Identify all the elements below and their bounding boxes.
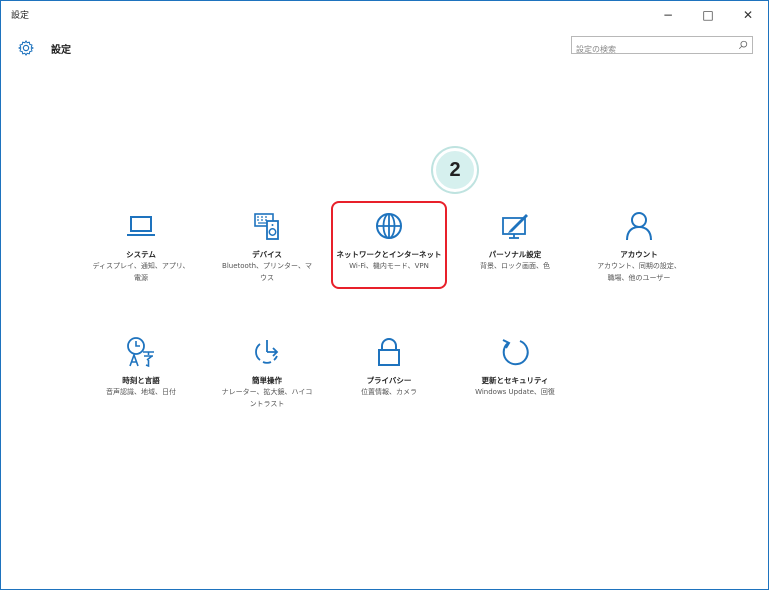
- tile-accounts[interactable]: アカウント アカウント、同期の設定、 職場、他のユーザー: [579, 209, 699, 284]
- tile-desc: ディスプレイ、通知、アプリ、: [92, 262, 190, 270]
- tile-devices[interactable]: デバイス Bluetooth、プリンター、マ ウス: [207, 209, 327, 284]
- minimize-button[interactable]: −: [648, 1, 688, 29]
- tile-privacy[interactable]: プライバシー 位置情報、カメラ: [329, 335, 449, 399]
- tile-label: アカウント: [620, 250, 658, 259]
- step-callout: 2: [433, 148, 477, 192]
- title-bar[interactable]: 設定 − □ ✕: [1, 1, 768, 29]
- tile-time-language[interactable]: 時刻と言語 音声認識、地域、日付: [81, 335, 201, 399]
- tile-desc: 音声認識、地域、日付: [106, 388, 176, 396]
- search-box[interactable]: [571, 36, 753, 58]
- maximize-button[interactable]: □: [688, 1, 728, 29]
- devices-icon: [254, 213, 279, 240]
- tile-label: デバイス: [252, 250, 282, 259]
- ease-of-access-icon: [255, 340, 279, 364]
- tile-desc: 位置情報、カメラ: [361, 388, 417, 396]
- tile-personalization[interactable]: パーソナル設定 背景、ロック画面、色: [455, 209, 575, 273]
- time-language-icon: [127, 337, 154, 368]
- tile-label: プライバシー: [366, 376, 412, 385]
- tile-desc: ナレーター、拡大鏡、ハイコ: [221, 388, 313, 396]
- window-title: 設定: [11, 11, 30, 21]
- tile-desc: Windows Update、回復: [475, 388, 555, 396]
- tile-desc: ウス: [260, 274, 274, 282]
- tile-label: 更新とセキュリティ: [481, 376, 549, 385]
- search-icon[interactable]: [738, 40, 748, 50]
- tile-label: パーソナル設定: [488, 250, 542, 259]
- tile-update-security[interactable]: 更新とセキュリティ Windows Update、回復: [455, 335, 575, 399]
- tile-desc: Wi-Fi、機内モード、VPN: [349, 262, 429, 270]
- close-button[interactable]: ✕: [728, 1, 768, 29]
- tile-desc: 電源: [134, 274, 148, 282]
- tile-desc: Bluetooth、プリンター、マ: [222, 262, 312, 270]
- settings-window: 設定 − □ ✕ 設定 2 システム ディスプレイ、通知、アプリ、 電: [0, 0, 769, 590]
- page-title: 設定: [51, 45, 71, 56]
- tile-ease-of-access[interactable]: 簡単操作 ナレーター、拡大鏡、ハイコ ントラスト: [207, 335, 327, 410]
- tile-desc: 職場、他のユーザー: [607, 274, 671, 282]
- lock-icon: [378, 338, 400, 366]
- tile-network[interactable]: ネットワークとインターネット Wi-Fi、機内モード、VPN: [329, 209, 449, 273]
- tile-label: ネットワークとインターネット: [336, 250, 442, 259]
- person-icon: [626, 212, 652, 241]
- personalization-icon: [502, 214, 528, 239]
- update-icon: [502, 339, 529, 366]
- laptop-icon: [127, 216, 155, 236]
- tile-label: 時刻と言語: [122, 376, 160, 385]
- tile-desc: 背景、ロック画面、色: [480, 262, 550, 270]
- tile-label: システム: [126, 250, 156, 259]
- tile-label: 簡単操作: [252, 376, 282, 385]
- tile-desc: アカウント、同期の設定、: [597, 262, 681, 270]
- tile-system[interactable]: システム ディスプレイ、通知、アプリ、 電源: [81, 209, 201, 284]
- globe-icon: [376, 213, 402, 239]
- header: 設定: [1, 29, 768, 63]
- tile-desc: ントラスト: [249, 400, 285, 408]
- search-input[interactable]: [576, 41, 726, 58]
- window-controls: − □ ✕: [648, 1, 768, 29]
- gear-icon: [18, 40, 34, 56]
